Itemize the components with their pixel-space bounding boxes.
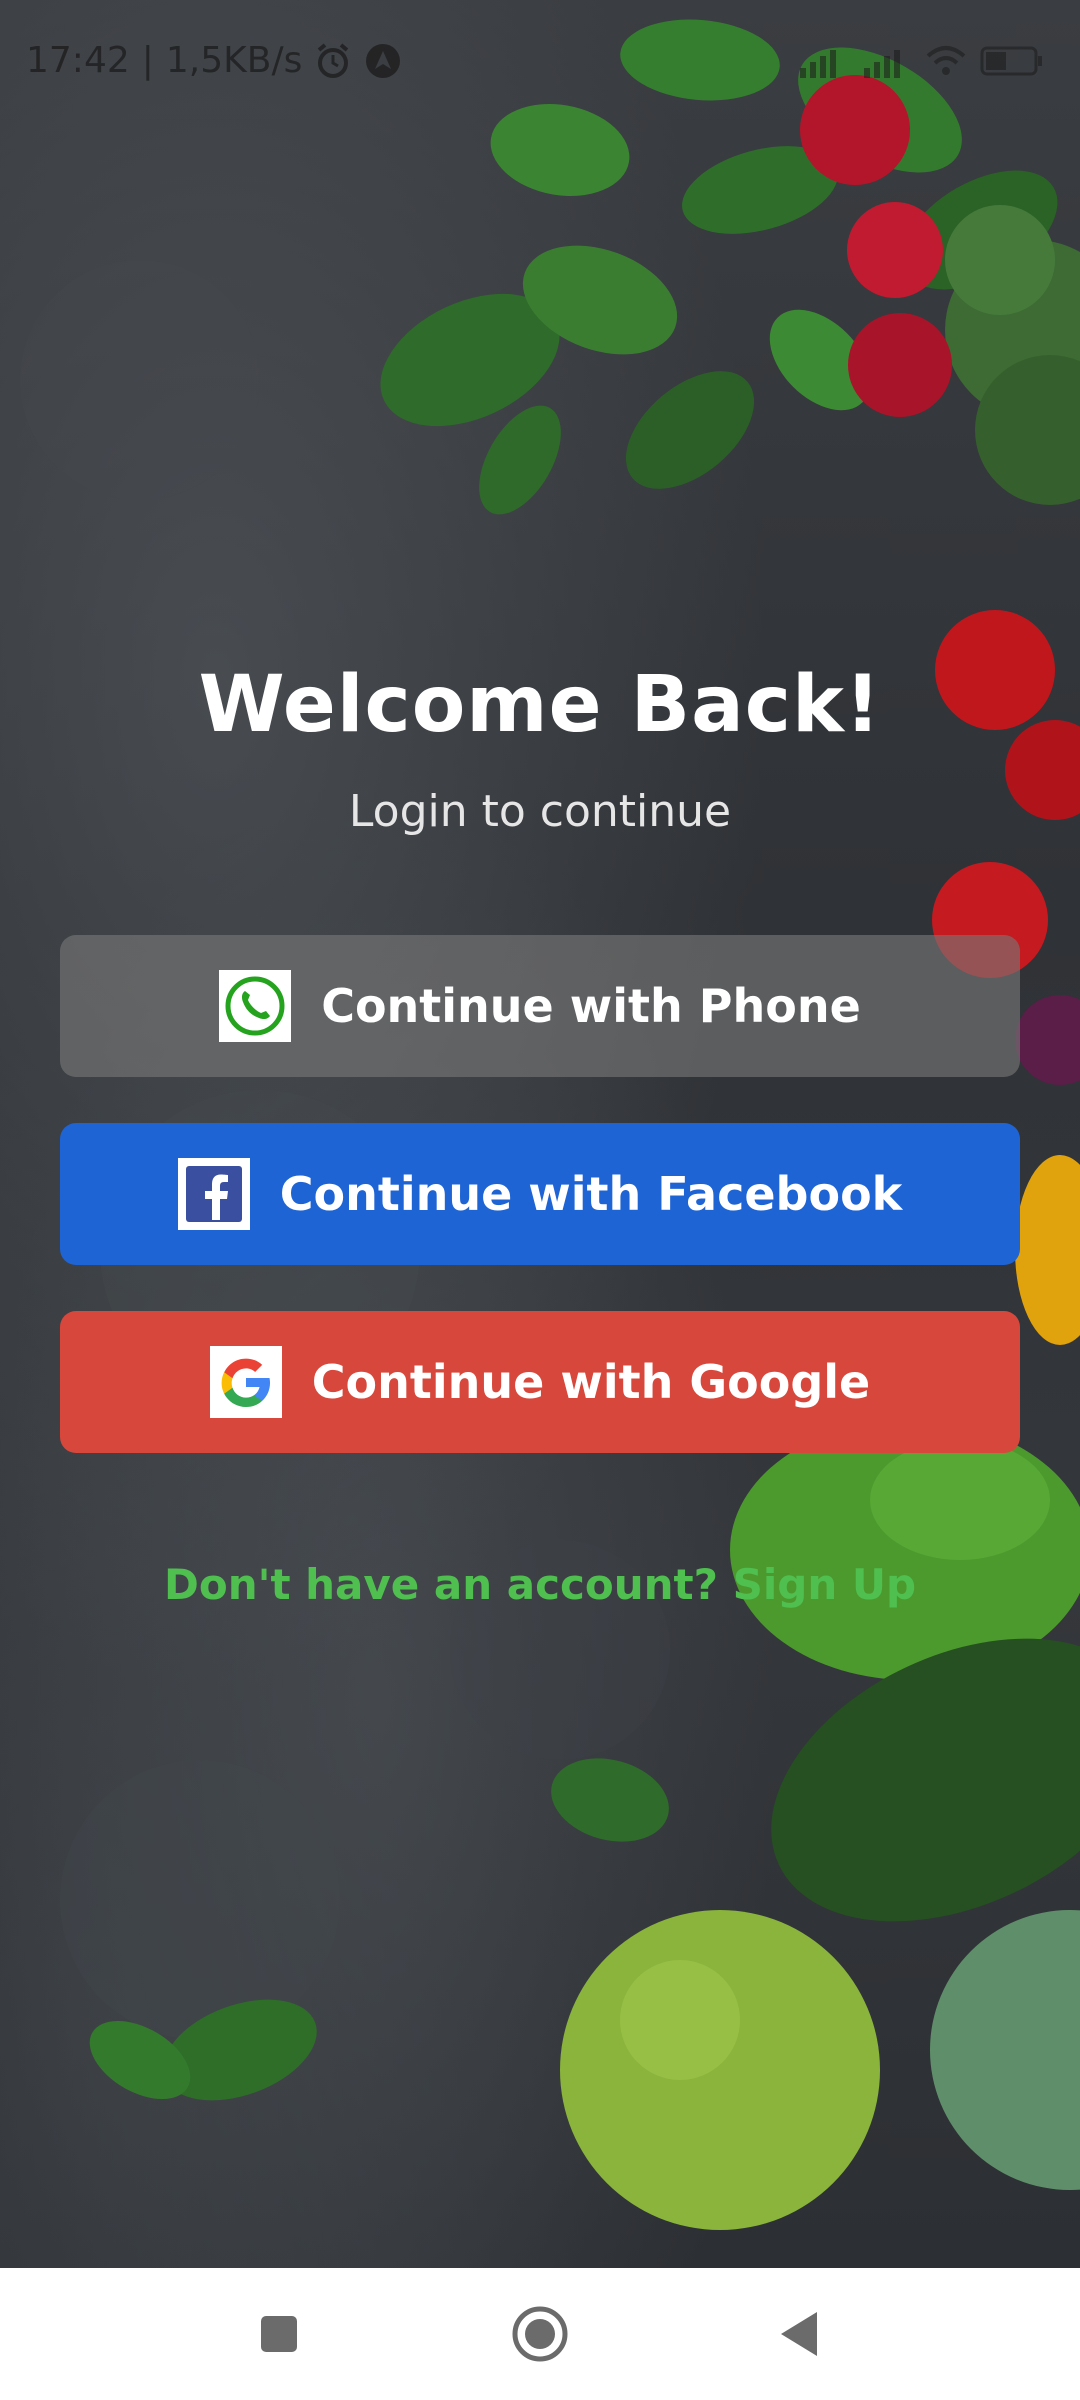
continue-with-facebook-button[interactable]: Continue with Facebook [60,1123,1020,1265]
facebook-icon [177,1158,250,1230]
back-icon[interactable] [763,2298,835,2370]
google-icon [209,1346,282,1418]
phone-icon [219,970,292,1042]
page-title: Welcome Back! [198,660,882,750]
navigation-icon [364,42,402,80]
continue-with-google-button[interactable]: Continue with Google [60,1311,1020,1453]
status-time: 17:42 [26,40,130,81]
battery-icon [980,44,1044,82]
signal-icon [862,44,912,82]
status-bar: 17:42 | 1,5KB/s [0,0,1080,120]
home-icon[interactable] [504,2298,576,2370]
alarm-icon [314,42,352,80]
status-bar-right [798,44,1044,82]
app-screen: 17:42 | 1,5KB/s Welcome Back! Login to c… [0,0,1080,2400]
status-separator: | [141,40,154,81]
facebook-button-label: Continue with Facebook [279,1167,903,1221]
signup-link[interactable]: Don't have an account? Sign Up [0,1560,1080,1609]
network-speed: 1,5KB/s [165,40,303,81]
google-button-label: Continue with Google [311,1355,871,1409]
wifi-icon [926,44,966,82]
status-bar-left: 17:42 | 1,5KB/s [26,40,402,81]
continue-with-phone-button[interactable]: Continue with Phone [60,935,1020,1077]
phone-button-label: Continue with Phone [321,979,861,1033]
page-subtitle: Login to continue [348,786,732,837]
recent-apps-icon[interactable] [243,2298,315,2370]
navigation-bar [0,2268,1080,2400]
signal-icon [798,44,848,82]
